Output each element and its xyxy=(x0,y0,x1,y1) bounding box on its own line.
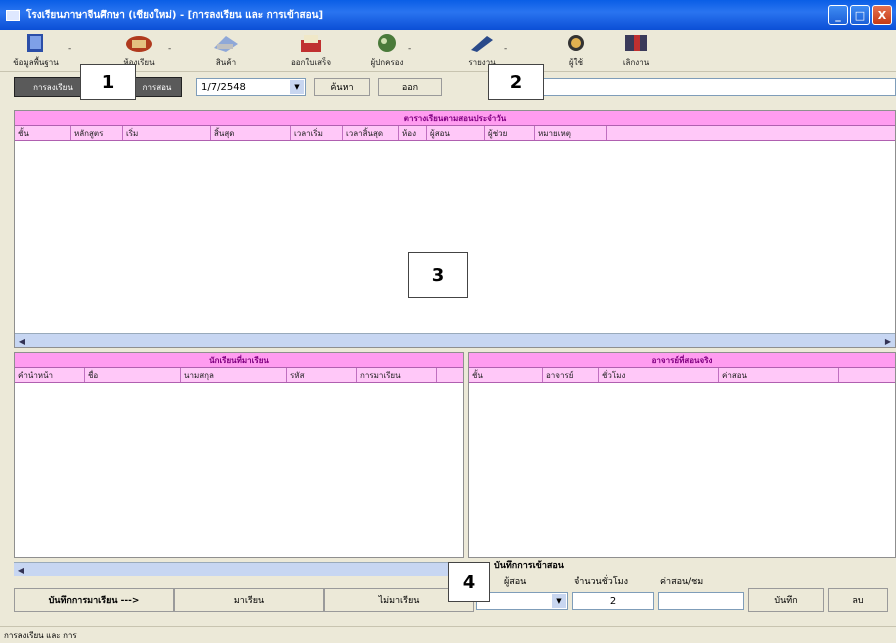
maximize-button[interactable]: □ xyxy=(850,5,870,25)
column-header[interactable]: ห้อง xyxy=(399,126,427,140)
scroll-left-icon[interactable]: ◀ xyxy=(14,563,28,577)
callout-2: 2 xyxy=(488,64,544,100)
column-header[interactable]: สิ้นสุด xyxy=(211,126,291,140)
close-button[interactable]: X xyxy=(872,5,892,25)
receipt-icon xyxy=(301,35,321,52)
dropdown-glyph: - xyxy=(504,44,508,54)
column-header[interactable]: ชื่อ xyxy=(85,368,181,382)
dropdown-glyph: - xyxy=(68,44,72,54)
column-header[interactable]: คำนำหน้า xyxy=(15,368,85,382)
status-text: การลงเรียน และ การ xyxy=(4,630,77,640)
tab-teaching[interactable]: การสอน xyxy=(132,77,182,97)
column-header[interactable]: นามสกุล xyxy=(181,368,287,382)
students-hscrollbar[interactable]: ◀ xyxy=(14,562,474,576)
goods-icon xyxy=(214,36,238,52)
delete-button[interactable]: ลบ xyxy=(828,588,888,612)
column-header[interactable]: ผู้ช่วย xyxy=(485,126,535,140)
toolbar-item-guardian[interactable]: ผู้ปกครอง - xyxy=(366,32,412,70)
scroll-left-icon[interactable]: ◀ xyxy=(15,334,29,347)
teachers-grid-header: ชั้น อาจารย์ ชั่วโมง ค่าสอน xyxy=(469,368,895,383)
column-header[interactable]: ชั่วโมง xyxy=(599,368,719,382)
toolbar-item-basic-data[interactable]: ข้อมูลพื้นฐาน - xyxy=(4,32,72,70)
callout-1: 1 xyxy=(80,64,136,100)
teachers-grid-caption: อาจารย์ที่สอนจริง xyxy=(469,353,895,368)
schedule-hscrollbar[interactable]: ◀ ▶ xyxy=(15,333,895,347)
teaching-section-title: บันทึกการเข้าสอน xyxy=(494,561,564,571)
rate-label: ค่าสอน/ชม xyxy=(660,577,704,587)
filter-input[interactable] xyxy=(538,78,896,96)
column-header[interactable]: ผู้สอน xyxy=(427,126,485,140)
chevron-down-icon[interactable]: ▼ xyxy=(290,80,304,94)
callout-4: 4 xyxy=(448,562,490,602)
students-grid-caption: นักเรียนที่มาเรียน xyxy=(15,353,463,368)
record-attendance-label: บันทึกการมาเรียน ---> xyxy=(14,588,174,612)
scroll-right-icon[interactable]: ▶ xyxy=(881,334,895,347)
book-icon xyxy=(27,34,43,52)
present-button[interactable]: มาเรียน xyxy=(174,588,324,612)
column-header[interactable]: เวลาสิ้นสุด xyxy=(343,126,399,140)
toolbar-item-receipt[interactable]: ออกใบเสร็จ xyxy=(282,32,340,70)
hours-label: จำนวนชั่วโมง xyxy=(574,577,629,587)
clear-button[interactable]: ออก xyxy=(378,78,442,96)
classroom-icon xyxy=(126,36,152,52)
chevron-down-icon[interactable]: ▼ xyxy=(552,594,566,608)
title-bar: โรงเรียนภาษาจีนศึกษา (เชียงใหม่) - [การล… xyxy=(0,0,896,30)
column-header[interactable]: อาจารย์ xyxy=(543,368,599,382)
teacher-label: ผู้สอน xyxy=(504,577,527,587)
column-header[interactable]: เริ่ม xyxy=(123,126,211,140)
column-header-filler xyxy=(839,368,895,382)
window-title: โรงเรียนภาษาจีนศึกษา (เชียงใหม่) - [การล… xyxy=(26,9,324,21)
toolbar-item-exit[interactable]: เลิกงาน xyxy=(614,32,658,70)
callout-3: 3 xyxy=(408,252,468,298)
schedule-grid-caption: ตารางเรียนตามสอนประจำวัน xyxy=(15,111,895,126)
app-icon xyxy=(6,9,20,21)
status-bar: การลงเรียน และ การ xyxy=(0,626,896,643)
minimize-button[interactable]: _ xyxy=(828,5,848,25)
search-button[interactable]: ค้นหา xyxy=(314,78,370,96)
column-header[interactable]: รหัส xyxy=(287,368,357,382)
dropdown-glyph: - xyxy=(168,44,172,54)
schedule-grid-header: ชั้น หลักสูตร เริ่ม สิ้นสุด เวลาเริ่ม เว… xyxy=(15,126,895,141)
guardian-icon xyxy=(378,34,396,52)
column-header[interactable]: ค่าสอน xyxy=(719,368,839,382)
save-button[interactable]: บันทึก xyxy=(748,588,824,612)
column-header-filler xyxy=(607,126,895,140)
rate-input[interactable] xyxy=(658,592,744,610)
report-icon xyxy=(471,36,493,52)
students-grid-header: คำนำหน้า ชื่อ นามสกุล รหัส การมาเรียน xyxy=(15,368,463,383)
dropdown-glyph: - xyxy=(408,44,412,54)
column-header[interactable]: หมายเหตุ xyxy=(535,126,607,140)
exit-icon xyxy=(625,35,647,51)
column-header[interactable]: เวลาเริ่ม xyxy=(291,126,343,140)
user-icon xyxy=(568,35,584,51)
column-header[interactable]: ชั้น xyxy=(15,126,71,140)
hours-value: 2 xyxy=(609,595,617,607)
column-header[interactable]: การมาเรียน xyxy=(357,368,437,382)
toolbar-item-user[interactable]: ผู้ใช้ xyxy=(560,32,592,70)
students-grid: นักเรียนที่มาเรียน คำนำหน้า ชื่อ นามสกุล… xyxy=(14,352,464,558)
schedule-grid: ตารางเรียนตามสอนประจำวัน ชั้น หลักสูตร เ… xyxy=(14,110,896,348)
column-header[interactable]: ชั้น xyxy=(469,368,543,382)
date-select[interactable]: 1/7/2548 ▼ xyxy=(196,78,306,96)
toolbar-item-goods[interactable]: สินค้า xyxy=(204,32,248,70)
hours-input[interactable]: 2 xyxy=(572,592,654,610)
teachers-grid: อาจารย์ที่สอนจริง ชั้น อาจารย์ ชั่วโมง ค… xyxy=(468,352,896,558)
column-header-filler xyxy=(437,368,463,382)
date-value: 1/7/2548 xyxy=(201,81,246,93)
column-header[interactable]: หลักสูตร xyxy=(71,126,123,140)
